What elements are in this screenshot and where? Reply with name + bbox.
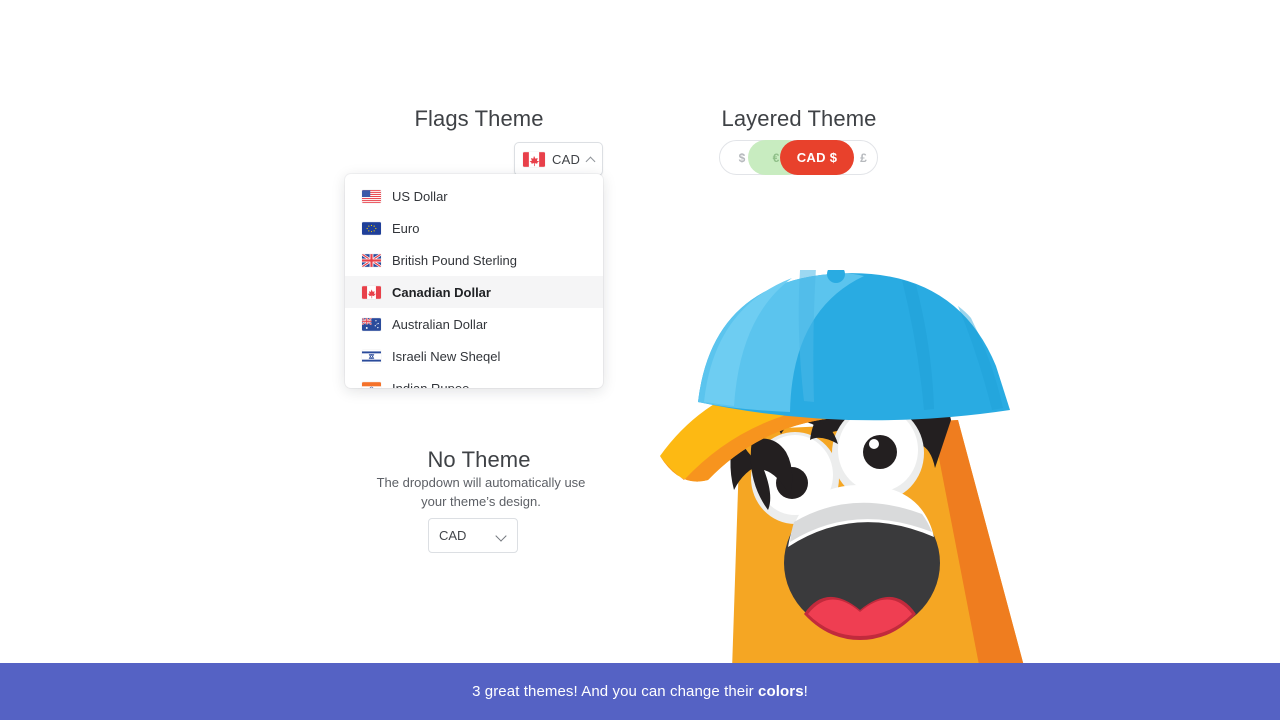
banner-text-after: ! <box>803 683 808 700</box>
layered-pill-gbp[interactable]: £ <box>848 140 879 175</box>
il-flag-icon <box>362 349 381 363</box>
orange-mascot-illustration <box>660 270 1025 670</box>
us-flag-icon <box>362 189 381 203</box>
flags-option-ils[interactable]: Israeli New Sheqel <box>345 340 603 372</box>
flags-option-label: Israeli New Sheqel <box>392 348 501 364</box>
chevron-down-icon[interactable] <box>497 531 507 541</box>
flags-option-eur[interactable]: Euro <box>345 212 603 244</box>
gb-flag-icon <box>362 253 381 267</box>
flags-option-label: Australian Dollar <box>392 316 488 332</box>
page-root: Flags Theme CAD US Dollar Euro British P… <box>0 0 1280 720</box>
flags-option-label: British Pound Sterling <box>392 252 518 268</box>
banner-text-bold: colors <box>758 683 804 700</box>
eu-flag-icon <box>362 221 381 235</box>
flags-option-label: Indian Rupee <box>392 380 470 389</box>
flags-option-usd[interactable]: US Dollar <box>345 180 603 212</box>
layered-theme-title: Layered Theme <box>721 106 877 131</box>
flags-currency-selector-button[interactable]: CAD <box>514 142 603 176</box>
flags-option-inr[interactable]: Indian Rupee <box>345 372 603 388</box>
caret-up-icon[interactable] <box>587 155 594 164</box>
no-theme-select-value: CAD <box>439 528 467 543</box>
banner-text: 3 great themes! And you can change their… <box>472 683 808 700</box>
banner-text-before: 3 great themes! And you can change their <box>472 683 759 700</box>
flags-option-cad[interactable]: Canadian Dollar <box>345 276 603 308</box>
no-theme-currency-select[interactable]: CAD <box>428 518 518 553</box>
no-theme-title: No Theme <box>427 447 531 472</box>
flags-option-label: US Dollar <box>392 188 448 204</box>
bottom-banner: 3 great themes! And you can change their… <box>0 663 1280 720</box>
flags-option-gbp[interactable]: British Pound Sterling <box>345 244 603 276</box>
layered-currency-switcher[interactable]: $ € CAD $ £ <box>719 140 878 175</box>
flags-currency-dropdown-menu[interactable]: US Dollar Euro British Pound Sterling Ca… <box>345 174 603 388</box>
au-flag-icon <box>362 317 381 331</box>
flags-selector-value: CAD <box>552 151 581 167</box>
flags-option-aud[interactable]: Australian Dollar <box>345 308 603 340</box>
no-theme-subtitle: The dropdown will automatically use your… <box>376 475 586 509</box>
layered-pill-cad-active[interactable]: CAD $ <box>780 140 854 175</box>
flags-option-label: Euro <box>392 220 420 236</box>
ca-flag-icon <box>362 285 381 299</box>
ca-flag-icon <box>523 151 545 167</box>
flags-theme-title: Flags Theme <box>414 106 544 131</box>
flags-option-label: Canadian Dollar <box>392 284 491 300</box>
in-flag-icon <box>362 381 381 388</box>
